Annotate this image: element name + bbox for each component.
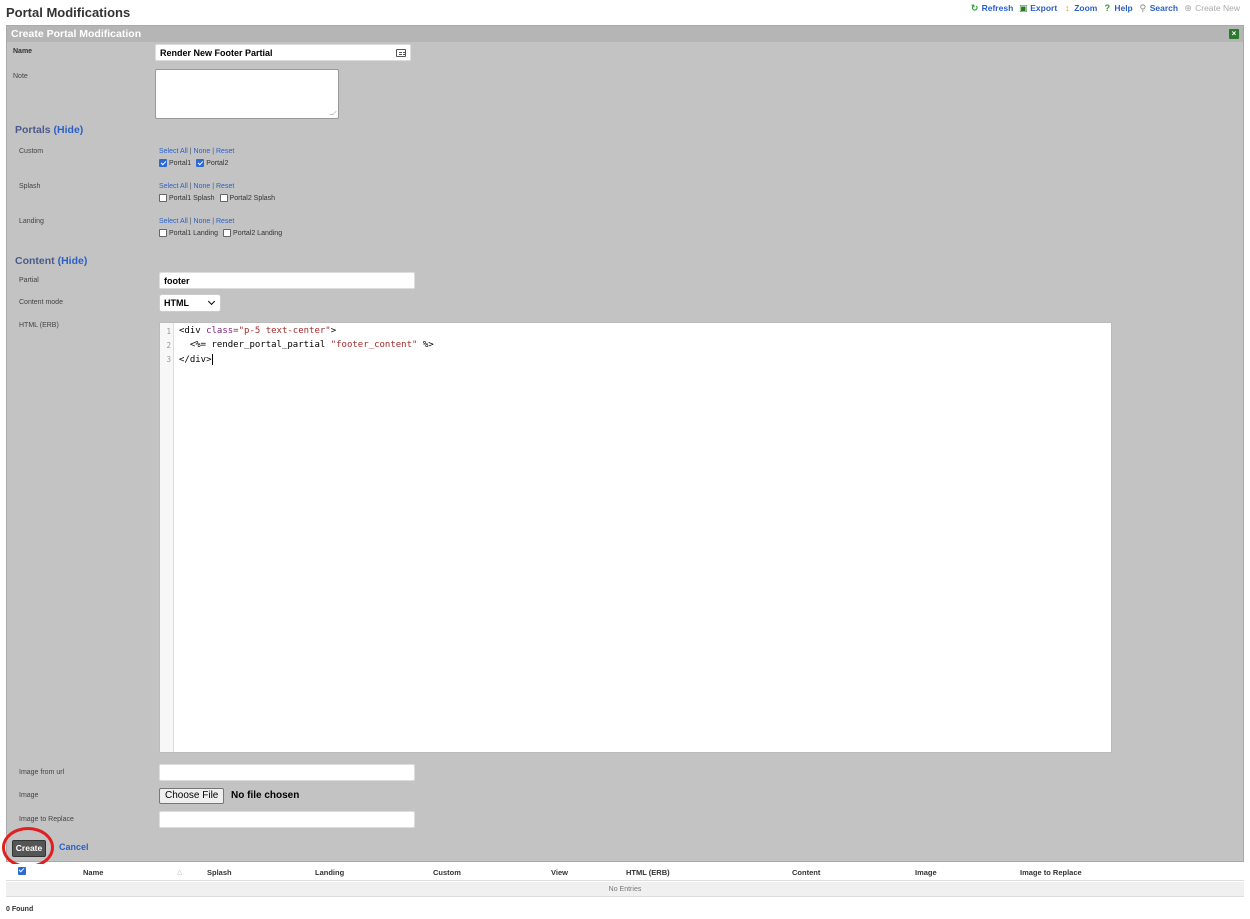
line-number-gutter: 1 2 3 — [160, 323, 174, 752]
partial-input[interactable]: footer — [159, 272, 415, 289]
html-code-editor[interactable]: 1 2 3 <div class="p-5 text-center"> <%= … — [159, 322, 1112, 753]
toolbar: ↻ Refresh ▣ Export ↕ Zoom ? Help ⚲ Searc… — [970, 3, 1240, 13]
zoom-icon: ↕ — [1064, 3, 1070, 13]
portal1-landing-checkbox[interactable] — [159, 229, 167, 237]
portal2-splash-checkbox[interactable] — [219, 194, 228, 202]
splash-select-links: Select All | None | Reset — [159, 183, 235, 190]
custom-select-links: Select All | None | Reset — [159, 148, 235, 155]
refresh-button[interactable]: ↻ Refresh — [970, 3, 1013, 13]
splash-label: Splash — [19, 183, 41, 190]
column-header-content[interactable]: Content — [792, 868, 820, 877]
create-button[interactable]: Create — [12, 840, 46, 857]
portal2-checkbox[interactable] — [196, 159, 205, 167]
column-header-custom[interactable]: Custom — [433, 868, 461, 877]
sort-arrow-icon[interactable]: △ — [177, 868, 182, 876]
resize-grip-icon[interactable] — [329, 111, 337, 115]
splash-none-link[interactable]: None — [194, 183, 211, 190]
content-section-title: Content (Hide) — [15, 255, 88, 267]
portal1-checkbox[interactable] — [159, 159, 167, 167]
help-icon: ? — [1104, 3, 1111, 13]
splash-select-all-link[interactable]: Select All — [159, 183, 188, 190]
column-header-splash[interactable]: Splash — [207, 868, 232, 877]
cancel-link[interactable]: Cancel — [59, 842, 89, 852]
results-count: 0 Found — [6, 906, 34, 913]
html-erb-label: HTML (ERB) — [19, 322, 59, 329]
content-mode-value: HTML — [164, 298, 189, 308]
portal2-landing-checkbox[interactable] — [223, 229, 232, 237]
line-number: 2 — [166, 341, 171, 350]
page-title: Portal Modifications — [6, 5, 131, 20]
column-header-image[interactable]: Image — [915, 868, 937, 877]
choose-file-button[interactable]: Choose File — [159, 788, 225, 804]
note-label: Note — [13, 73, 28, 80]
name-value: Render New Footer Partial — [160, 48, 273, 58]
table-header: Name △ Splash Landing Custom View HTML (… — [6, 864, 1244, 881]
landing-select-links: Select All | None | Reset — [159, 218, 235, 225]
landing-label: Landing — [19, 218, 44, 225]
image-replace-input[interactable] — [159, 811, 415, 828]
image-url-label: Image from url — [19, 769, 65, 776]
code-line: <div class="p-5 text-center"> — [179, 326, 337, 336]
content-mode-label: Content mode — [19, 299, 63, 306]
chevron-down-icon — [207, 297, 216, 306]
name-input[interactable]: Render New Footer Partial — [155, 44, 411, 61]
refresh-icon: ↻ — [970, 3, 979, 13]
custom-reset-link[interactable]: Reset — [216, 148, 234, 155]
landing-none-link[interactable]: None — [194, 218, 211, 225]
panel-header: Create Portal Modification × — [7, 26, 1243, 42]
file-status-text: No file chosen — [231, 790, 300, 801]
custom-options: Portal1 Portal2 — [159, 159, 231, 167]
partial-value: footer — [164, 276, 190, 286]
add-icon: ⊕ — [1184, 3, 1192, 13]
landing-select-all-link[interactable]: Select All — [159, 218, 188, 225]
code-line: </div> — [179, 354, 213, 365]
column-header-image-to-replace[interactable]: Image to Replace — [1020, 868, 1082, 877]
partial-label: Partial — [19, 277, 39, 284]
code-line: <%= render_portal_partial "footer_conten… — [179, 340, 434, 350]
line-number: 1 — [166, 327, 171, 336]
custom-label: Custom — [19, 148, 44, 155]
content-mode-select[interactable]: HTML — [159, 294, 221, 312]
splash-options: Portal1 Splash Portal2 Splash — [159, 194, 278, 202]
help-button[interactable]: ? Help — [1102, 3, 1133, 13]
landing-reset-link[interactable]: Reset — [216, 218, 234, 225]
contact-card-icon — [396, 49, 406, 57]
image-url-input[interactable] — [159, 764, 415, 781]
portals-section-title: Portals (Hide) — [15, 124, 84, 136]
column-header-name[interactable]: Name — [83, 868, 103, 877]
portal1-splash-checkbox[interactable] — [159, 194, 167, 202]
export-icon: ▣ — [1019, 3, 1028, 13]
search-icon: ⚲ — [1139, 3, 1147, 13]
note-textarea[interactable] — [155, 69, 339, 119]
create-new-button[interactable]: ⊕ Create New — [1183, 3, 1240, 13]
panel-title: Create Portal Modification — [11, 28, 142, 40]
text-caret — [211, 354, 213, 365]
image-label: Image — [19, 792, 39, 799]
column-header-view[interactable]: View — [551, 868, 568, 877]
create-portal-modification-panel: Create Portal Modification × Name Render… — [2, 25, 1244, 868]
splash-reset-link[interactable]: Reset — [216, 183, 234, 190]
zoom-button[interactable]: ↕ Zoom — [1062, 3, 1097, 13]
export-button[interactable]: ▣ Export — [1018, 3, 1057, 13]
image-replace-label: Image to Replace — [19, 816, 74, 823]
name-label: Name — [13, 48, 33, 55]
content-hide-link[interactable]: (Hide) — [58, 255, 88, 267]
landing-options: Portal1 Landing Portal2 Landing — [159, 229, 285, 237]
select-all-checkbox[interactable] — [18, 867, 26, 875]
close-icon[interactable]: × — [1229, 29, 1239, 39]
column-header-landing[interactable]: Landing — [315, 868, 344, 877]
custom-none-link[interactable]: None — [194, 148, 211, 155]
custom-select-all-link[interactable]: Select All — [159, 148, 188, 155]
portals-hide-link[interactable]: (Hide) — [54, 124, 84, 136]
line-number: 3 — [166, 355, 171, 364]
column-header-html-erb[interactable]: HTML (ERB) — [626, 868, 670, 877]
search-button[interactable]: ⚲ Search — [1138, 3, 1178, 13]
empty-table-row: No Entries — [6, 882, 1244, 897]
